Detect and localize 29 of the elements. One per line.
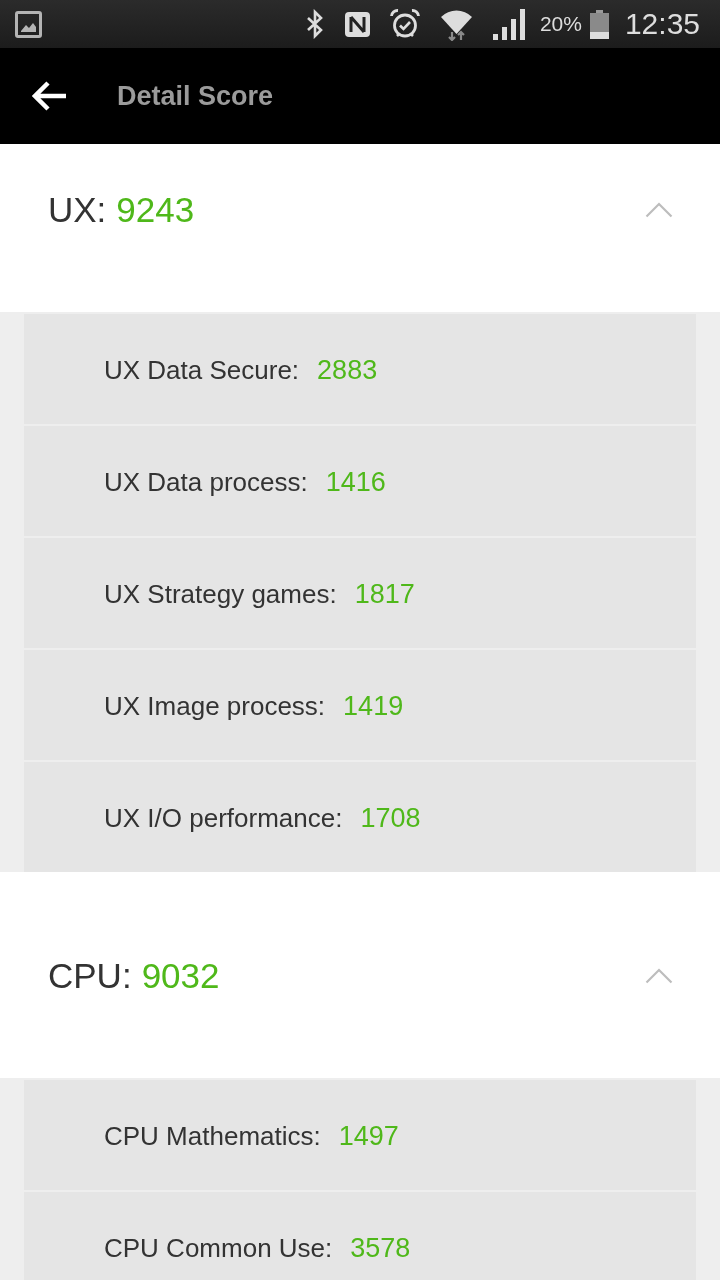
metric-score: 1817 xyxy=(354,578,415,610)
metric-label: UX Data Secure: xyxy=(104,354,300,386)
nfc-icon xyxy=(344,11,370,37)
battery-icon xyxy=(589,9,609,39)
metric-score: 1419 xyxy=(343,690,404,722)
metric-score: 3578 xyxy=(350,1232,411,1264)
metric-label: CPU Mathematics: xyxy=(104,1120,321,1152)
metric-score: 1416 xyxy=(325,466,386,498)
signal-icon xyxy=(492,8,527,40)
section-score: 9243 xyxy=(116,190,195,230)
gallery-icon xyxy=(15,10,42,38)
metric-score: 1708 xyxy=(360,802,421,834)
chevron-icon[interactable] xyxy=(645,202,673,218)
section-label: CPU: xyxy=(48,956,132,996)
battery-percent: 20% xyxy=(539,12,582,36)
metric-label: CPU Common Use: xyxy=(104,1232,333,1264)
metric-score: 2883 xyxy=(317,354,378,386)
metric-label: UX Strategy games: xyxy=(104,578,337,610)
screen-title: Detail Score xyxy=(117,80,274,112)
alarm-clock-icon xyxy=(389,9,420,39)
metric-score: 1497 xyxy=(338,1120,399,1152)
chevron-icon[interactable] xyxy=(645,968,673,984)
section-score: 9032 xyxy=(141,956,220,996)
metric-label: UX I/O performance: xyxy=(104,802,343,834)
section-label: UX: xyxy=(48,190,107,230)
metric-label: UX Image process: xyxy=(104,690,326,722)
metric-label: UX Data process: xyxy=(104,466,308,498)
back-arrow-icon[interactable] xyxy=(32,81,68,111)
clock-time: 12:35 xyxy=(624,7,700,41)
